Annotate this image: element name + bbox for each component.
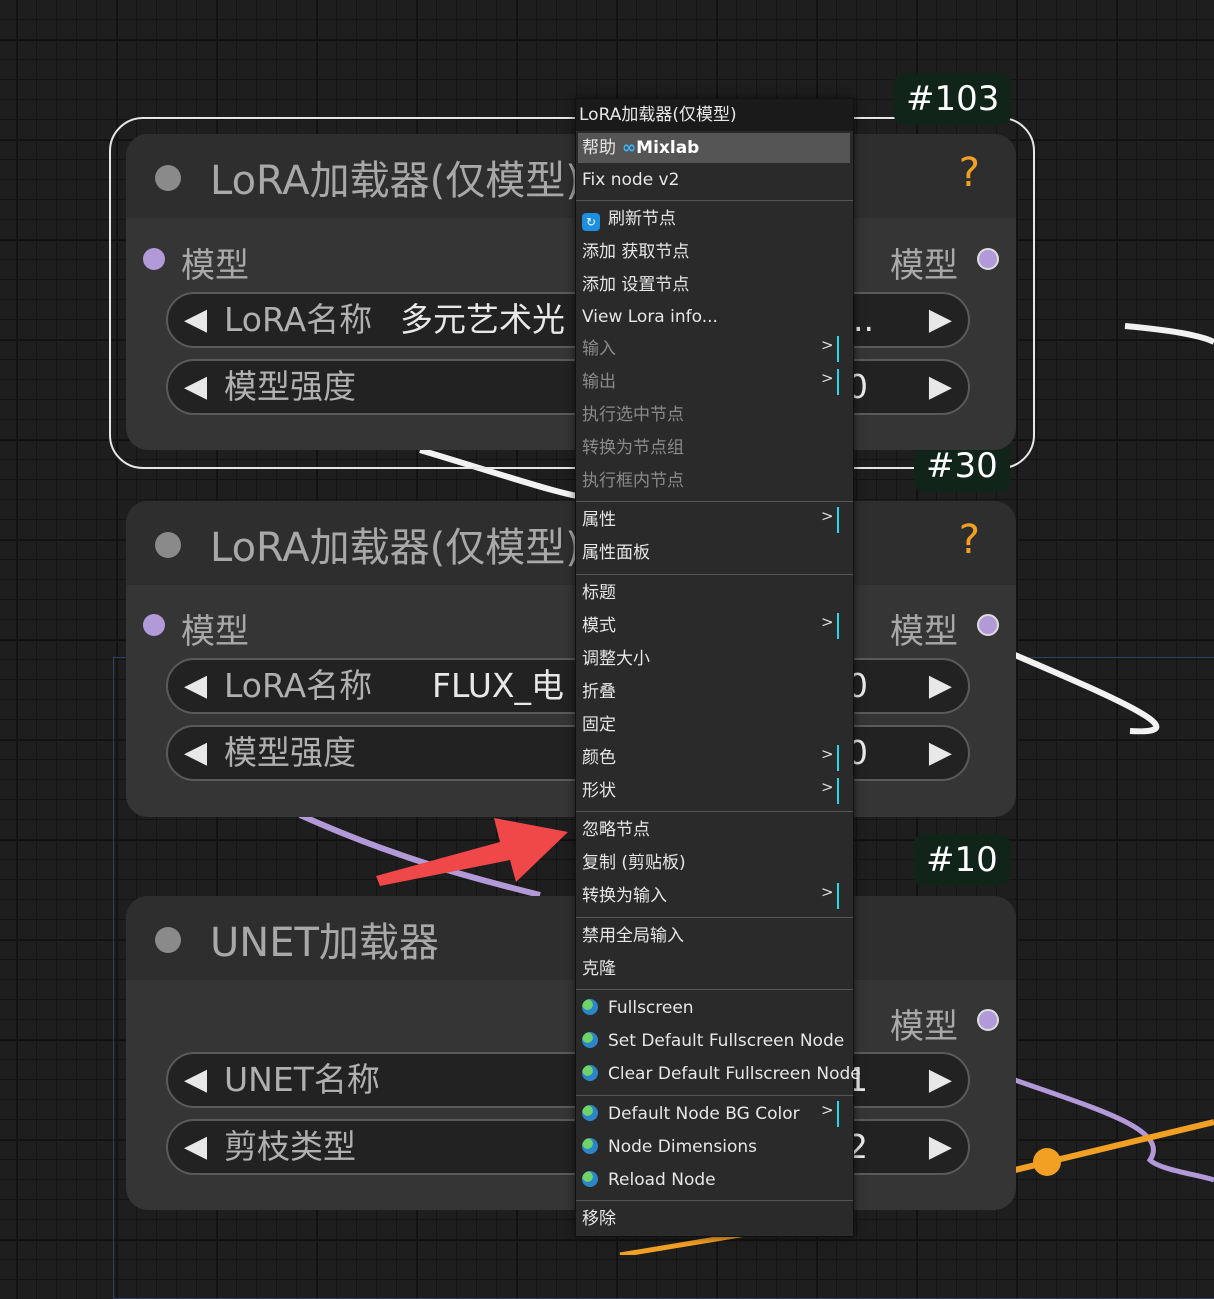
submenu-marker: > xyxy=(821,883,834,901)
submenu-marker: > xyxy=(821,336,834,354)
menu-item-label: Default Node BG Color xyxy=(608,1104,800,1124)
menu-item-label: Node Dimensions xyxy=(608,1137,757,1157)
menu-item-label: 模式 xyxy=(582,616,616,636)
refresh-icon: ↻ xyxy=(582,213,600,231)
menu-item-properties[interactable]: 属性 > xyxy=(582,505,847,535)
menu-item-view-lora-info[interactable]: View Lora info... xyxy=(582,302,718,332)
menu-item-outputs[interactable]: 输出 > xyxy=(582,367,847,397)
menu-item-node-dimensions[interactable]: Node Dimensions xyxy=(582,1132,757,1162)
menu-separator xyxy=(576,200,853,201)
menu-item-disable-global-input[interactable]: 禁用全局输入 xyxy=(582,921,684,951)
submenu-marker: > xyxy=(821,778,834,796)
menu-item-pin[interactable]: 固定 xyxy=(582,710,616,740)
menu-item-inputs[interactable]: 输入 > xyxy=(582,334,847,364)
menu-item-execute-selected[interactable]: 执行选中节点 xyxy=(582,400,684,430)
submenu-marker: > xyxy=(821,507,834,525)
menu-item-set-default-fullscreen[interactable]: Set Default Fullscreen Node xyxy=(582,1026,844,1056)
submenu-marker: > xyxy=(821,613,834,631)
submenu-marker: > xyxy=(821,369,834,387)
menu-separator xyxy=(576,989,853,990)
menu-item-shapes[interactable]: 形状 > xyxy=(582,776,847,806)
menu-item-default-bg-color[interactable]: Default Node BG Color > xyxy=(582,1099,847,1129)
menu-item-label: 刷新节点 xyxy=(608,209,676,229)
submenu-arrow-icon: > xyxy=(821,1099,839,1129)
menu-item-label: 转换为输入 xyxy=(582,886,667,906)
menu-item-collapse[interactable]: 折叠 xyxy=(582,677,616,707)
submenu-arrow-icon: > xyxy=(821,505,839,535)
menu-item-mode[interactable]: 模式 > xyxy=(582,611,847,641)
context-menu-title: LoRA加载器(仅模型) xyxy=(576,99,853,131)
context-menu: LoRA加载器(仅模型) 帮助 ∞Mixlab Fix node v2 ↻ 刷新节点… xyxy=(575,98,861,1237)
menu-item-help[interactable]: 帮助 ∞Mixlab xyxy=(578,133,850,163)
menu-item-label: Fullscreen xyxy=(608,998,694,1018)
menu-separator xyxy=(576,1200,853,1201)
menu-item-reload-node[interactable]: Reload Node xyxy=(582,1165,716,1195)
submenu-arrow-icon: > xyxy=(821,367,839,397)
menu-item-colors[interactable]: 颜色 > xyxy=(582,743,847,773)
menu-item-remove[interactable]: 移除 xyxy=(582,1204,616,1234)
globe-icon xyxy=(582,1032,598,1048)
menu-item-label: Set Default Fullscreen Node xyxy=(608,1031,845,1051)
mixlab-label: Mixlab xyxy=(636,138,700,158)
menu-item-label: 形状 xyxy=(582,781,616,801)
submenu-arrow-icon: > xyxy=(821,743,839,773)
menu-separator xyxy=(576,811,853,812)
menu-item-add-get-node[interactable]: 添加 获取节点 xyxy=(582,237,689,267)
globe-icon xyxy=(582,1065,598,1081)
menu-item-label: 输入 xyxy=(582,339,616,359)
globe-icon xyxy=(582,1105,598,1121)
menu-item-clear-default-fullscreen[interactable]: Clear Default Fullscreen Node xyxy=(582,1059,861,1089)
menu-item-convert-to-group[interactable]: 转换为节点组 xyxy=(582,433,684,463)
globe-icon xyxy=(582,999,598,1015)
menu-item-label: 属性 xyxy=(582,510,616,530)
menu-item-bypass[interactable]: 忽略节点 xyxy=(582,815,650,845)
menu-item-label: 颜色 xyxy=(582,748,616,768)
menu-item-execute-in-frame[interactable]: 执行框内节点 xyxy=(582,466,684,496)
menu-item-clone[interactable]: 克隆 xyxy=(582,954,616,984)
submenu-arrow-icon: > xyxy=(821,776,839,806)
menu-item-convert-to-input[interactable]: 转换为输入 > xyxy=(582,881,847,911)
globe-icon xyxy=(582,1138,598,1154)
globe-icon xyxy=(582,1171,598,1187)
submenu-arrow-icon: > xyxy=(821,881,839,911)
menu-item-title[interactable]: 标题 xyxy=(582,578,616,608)
menu-item-fullscreen[interactable]: Fullscreen xyxy=(582,993,694,1023)
submenu-arrow-icon: > xyxy=(821,611,839,641)
submenu-marker: > xyxy=(821,745,834,763)
menu-item-fix-node[interactable]: Fix node v2 xyxy=(582,165,679,195)
menu-separator xyxy=(576,501,853,502)
menu-separator xyxy=(576,574,853,575)
menu-separator xyxy=(576,917,853,918)
menu-item-label: 输出 xyxy=(582,372,616,392)
menu-item-label: Clear Default Fullscreen Node xyxy=(608,1064,861,1084)
menu-item-copy-clipspace[interactable]: 复制 (剪贴板) xyxy=(582,848,686,878)
submenu-marker: > xyxy=(821,1101,834,1119)
mixlab-logo-icon: ∞ xyxy=(622,138,637,158)
menu-separator xyxy=(576,1095,853,1096)
menu-item-add-set-node[interactable]: 添加 设置节点 xyxy=(582,270,689,300)
menu-item-refresh-node[interactable]: ↻ 刷新节点 xyxy=(582,204,676,234)
menu-item-label: Reload Node xyxy=(608,1170,716,1190)
menu-item-resize[interactable]: 调整大小 xyxy=(582,644,650,674)
menu-item-properties-panel[interactable]: 属性面板 xyxy=(582,538,650,568)
submenu-arrow-icon: > xyxy=(821,334,839,364)
help-label: 帮助 xyxy=(582,138,616,158)
